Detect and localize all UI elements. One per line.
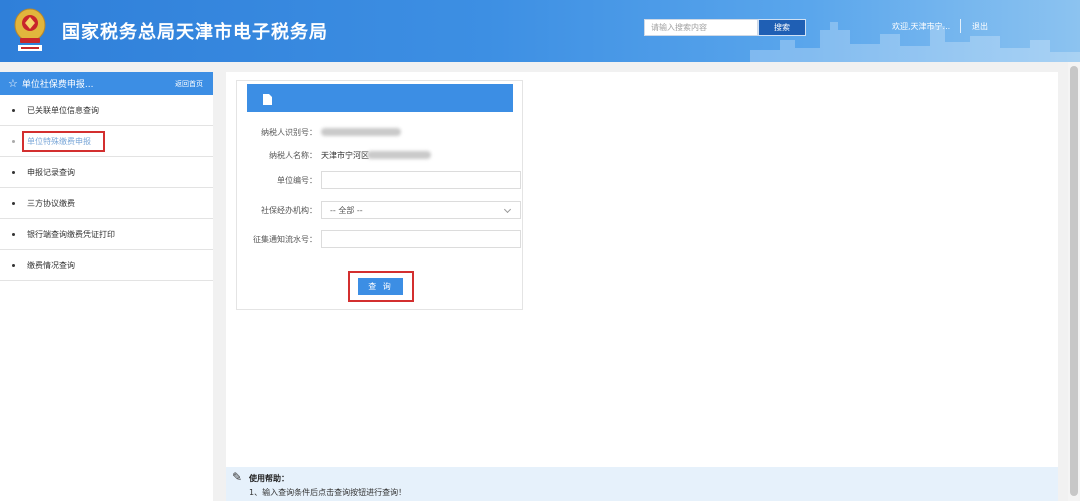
page-scrollbar[interactable] — [1068, 62, 1080, 501]
document-icon — [263, 94, 272, 105]
unit-number-label: 单位编号： — [277, 176, 317, 185]
query-button[interactable]: 查 询 — [358, 278, 403, 295]
taxpayer-id-label: 纳税人识别号： — [261, 128, 317, 137]
main-content: 纳税人识别号： 纳税人名称： 天津市宁河区 单位编号： 社保经办机构： -- 全… — [226, 72, 1058, 467]
sidebar-item-bank-voucher-print[interactable]: 银行端查询缴费凭证打印 — [0, 219, 213, 250]
bullet-icon — [12, 232, 15, 236]
sidebar-item-label: 银行端查询缴费凭证打印 — [27, 229, 115, 239]
sidebar: ☆ 单位社保费申报... 返回首页 已关联单位信息查询 单位特殊缴费申报 申报记… — [0, 72, 213, 501]
sidebar-item-linked-unit-query[interactable]: 已关联单位信息查询 — [0, 95, 213, 126]
taxpayer-name-label: 纳税人名称： — [269, 151, 317, 160]
header-divider — [960, 19, 961, 33]
unit-number-input[interactable] — [321, 171, 521, 189]
notice-number-label: 征集通知流水号： — [253, 235, 317, 244]
agency-select[interactable]: -- 全部 -- — [321, 201, 521, 219]
sidebar-item-payment-status-query[interactable]: 缴费情况查询 — [0, 250, 213, 281]
redacted-taxpayer-name — [367, 151, 431, 159]
sidebar-item-label: 三方协议缴费 — [27, 198, 75, 208]
welcome-user-link[interactable]: 欢迎,天津市宁... — [892, 21, 950, 32]
scrollbar-thumb[interactable] — [1070, 66, 1078, 496]
sidebar-item-special-payment-declaration[interactable]: 单位特殊缴费申报 — [0, 126, 213, 157]
bullet-icon — [12, 108, 15, 112]
agency-selected-value: -- 全部 -- — [330, 205, 363, 215]
bullet-icon — [12, 170, 15, 174]
tax-emblem-icon — [14, 8, 46, 51]
help-text: 1、输入查询条件后点击查询按钮进行查询！ — [249, 488, 407, 497]
help-title: 使用帮助： — [249, 474, 289, 483]
site-title: 国家税务总局天津市电子税务局 — [62, 22, 328, 43]
top-header: 国家税务总局天津市电子税务局 搜索 欢迎,天津市宁... 退出 — [0, 0, 1080, 62]
chevron-down-icon — [503, 205, 512, 214]
highlight-box — [22, 131, 105, 152]
redacted-taxpayer-id — [321, 128, 401, 136]
query-panel: 纳税人识别号： 纳税人名称： 天津市宁河区 单位编号： 社保经办机构： -- 全… — [236, 80, 523, 310]
sidebar-item-declaration-records[interactable]: 申报记录查询 — [0, 157, 213, 188]
back-home-link[interactable]: 返回首页 — [175, 79, 203, 89]
sidebar-item-label: 缴费情况查询 — [27, 260, 75, 270]
taxpayer-name-value: 天津市宁河区 — [321, 151, 369, 160]
search-button[interactable]: 搜索 — [758, 19, 806, 36]
star-icon[interactable]: ☆ — [8, 77, 18, 90]
sidebar-item-label: 已关联单位信息查询 — [27, 105, 99, 115]
bullet-icon — [12, 201, 15, 205]
notice-number-input[interactable] — [321, 230, 521, 248]
help-bar: ✎ 使用帮助： 1、输入查询条件后点击查询按钮进行查询！ — [226, 467, 1058, 501]
sidebar-title: 单位社保费申报... — [21, 80, 94, 90]
agency-label: 社保经办机构： — [261, 206, 317, 215]
sidebar-item-label: 申报记录查询 — [27, 167, 75, 177]
search-input[interactable] — [644, 19, 758, 36]
bullet-icon — [12, 139, 15, 143]
bullet-icon — [12, 263, 15, 267]
panel-header — [247, 84, 513, 112]
logout-link[interactable]: 退出 — [972, 21, 988, 32]
pencil-icon: ✎ — [232, 470, 243, 484]
sidebar-item-tripartite-payment[interactable]: 三方协议缴费 — [0, 188, 213, 219]
sidebar-header: ☆ 单位社保费申报... 返回首页 — [0, 72, 213, 95]
